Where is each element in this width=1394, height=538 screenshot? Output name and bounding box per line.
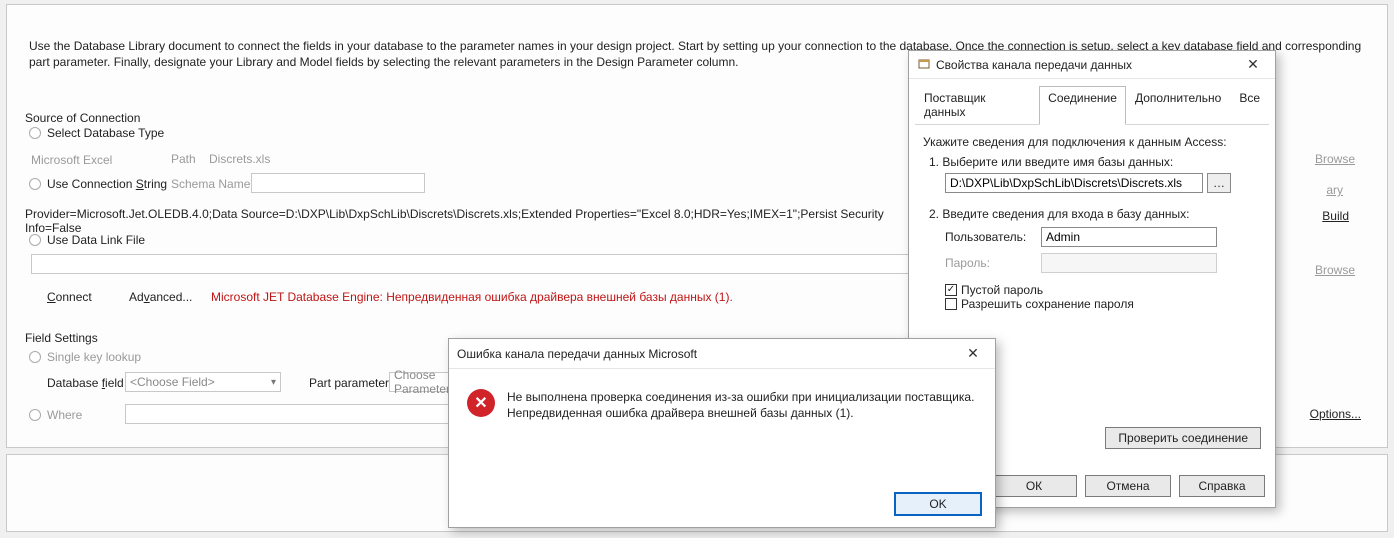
browse2-u: w (1334, 263, 1343, 277)
use-conn-string-radio[interactable] (29, 178, 41, 190)
where-label: Where (47, 408, 82, 422)
save-password-label: Разрешить сохранение пароля (961, 297, 1134, 311)
checkbox-unchecked-icon (945, 298, 957, 310)
connect-u: C (47, 290, 56, 304)
close-icon[interactable]: ✕ (1239, 55, 1267, 75)
close-icon[interactable]: ✕ (959, 344, 987, 364)
use-data-link-radio[interactable] (29, 234, 41, 246)
db-type-value: Microsoft Excel (31, 153, 112, 167)
connect-tail: onnect (56, 290, 92, 304)
jet-error-text: Microsoft JET Database Engine: Непредвид… (211, 290, 733, 304)
browse-1-button: Browse (1315, 152, 1355, 166)
error-ok-button[interactable]: OK (895, 493, 981, 515)
browse-db-button[interactable]: … (1207, 173, 1231, 193)
browse2-b: se (1342, 263, 1355, 277)
tab-advanced[interactable]: Дополнительно (1126, 86, 1230, 125)
props-help-button[interactable]: Справка (1179, 475, 1265, 497)
error-icon: ✕ (467, 389, 495, 417)
browse1-a: B (1315, 152, 1323, 166)
select-db-type-radio[interactable] (29, 127, 41, 139)
advanced-link[interactable]: Advanced... (129, 290, 192, 304)
empty-password-label: Пустой пароль (961, 283, 1043, 297)
single-key-label: Single key lookup (47, 350, 141, 364)
use-conn-string-text-u: S (136, 177, 144, 191)
use-conn-string-text-b: tring (144, 177, 167, 191)
user-label: Пользователь: (945, 230, 1041, 244)
browse2-a: Bro (1315, 263, 1334, 277)
use-data-link-label: Use Data Link File (47, 233, 145, 247)
options-b: tions... (1326, 407, 1361, 421)
options-button[interactable]: Options... (1310, 407, 1361, 421)
save-password-checkbox[interactable]: Разрешить сохранение пароля (945, 297, 1134, 311)
where-input[interactable] (125, 404, 473, 424)
single-key-radio[interactable] (29, 351, 41, 363)
build-b: ild (1337, 209, 1349, 223)
pass-label: Пароль: (945, 256, 1041, 270)
path-label: Path (171, 152, 196, 166)
error-dialog: Ошибка канала передачи данных Microsoft … (448, 338, 996, 528)
checkbox-checked-icon: ✓ (945, 284, 957, 296)
props-tabs: Поставщик данных Соединение Дополнительн… (915, 85, 1269, 125)
schema-name-label: Schema Name (171, 177, 250, 191)
props-intro: Укажите сведения для подключения к данны… (923, 135, 1261, 149)
advanced-a: Ad (129, 290, 144, 304)
connect-link[interactable]: Connect (47, 290, 92, 304)
user-input[interactable] (1041, 227, 1217, 247)
browse-2-button: Browse (1315, 263, 1355, 277)
pass-input (1041, 253, 1217, 273)
library-suffix: ary (1326, 183, 1343, 197)
props-step1: 1. Выберите или введите имя базы данных: (929, 155, 1261, 169)
props-body: Укажите сведения для подключения к данны… (909, 125, 1275, 313)
error-titlebar: Ошибка канала передачи данных Microsoft … (449, 339, 995, 369)
build-button[interactable]: Build (1322, 209, 1349, 223)
source-of-connection-label: Source of Connection (25, 111, 140, 125)
database-field-label: Database field (47, 376, 124, 390)
connection-string-text: Provider=Microsoft.Jet.OLEDB.4.0;Data So… (25, 207, 905, 235)
use-conn-string-text-a: Use Connection (47, 177, 136, 191)
select-db-type-label: Select Database Type (47, 126, 164, 140)
props-title-text: Свойства канала передачи данных (936, 58, 1132, 72)
browse1-b: owse (1327, 152, 1355, 166)
props-titlebar: Свойства канала передачи данных ✕ (909, 51, 1275, 79)
tab-all[interactable]: Все (1230, 86, 1269, 125)
field-settings-label: Field Settings (25, 331, 98, 345)
options-u: p (1319, 407, 1326, 421)
props-step2: 2. Введите сведения для входа в базу дан… (929, 207, 1261, 221)
props-ok-button[interactable]: ОК (991, 475, 1077, 497)
tab-provider[interactable]: Поставщик данных (915, 86, 1039, 125)
error-message: Не выполнена проверка соединения из-за о… (507, 389, 977, 421)
test-connection-button[interactable]: Проверить соединение (1105, 427, 1261, 449)
data-link-file-input[interactable] (31, 254, 911, 274)
part-parameter-label: Part parameter (309, 376, 389, 390)
datalink-icon (917, 58, 931, 72)
path-value: Discrets.xls (209, 152, 270, 166)
advanced-b: anced... (150, 290, 193, 304)
where-radio[interactable] (29, 409, 41, 421)
database-field-a: Database (47, 376, 102, 390)
empty-password-checkbox[interactable]: ✓ Пустой пароль (945, 283, 1043, 297)
options-a: O (1310, 407, 1319, 421)
error-title-text: Ошибка канала передачи данных Microsoft (457, 347, 697, 361)
props-cancel-button[interactable]: Отмена (1085, 475, 1171, 497)
tab-connection[interactable]: Соединение (1039, 86, 1126, 125)
schema-name-input[interactable] (251, 173, 425, 193)
db-path-input[interactable] (945, 173, 1203, 193)
database-field-b: ield (105, 376, 124, 390)
database-field-combo[interactable]: <Choose Field> (125, 372, 281, 392)
database-field-combo-value: <Choose Field> (130, 375, 215, 389)
use-conn-string-label: Use Connection String (47, 177, 167, 191)
build-u: u (1330, 209, 1337, 223)
